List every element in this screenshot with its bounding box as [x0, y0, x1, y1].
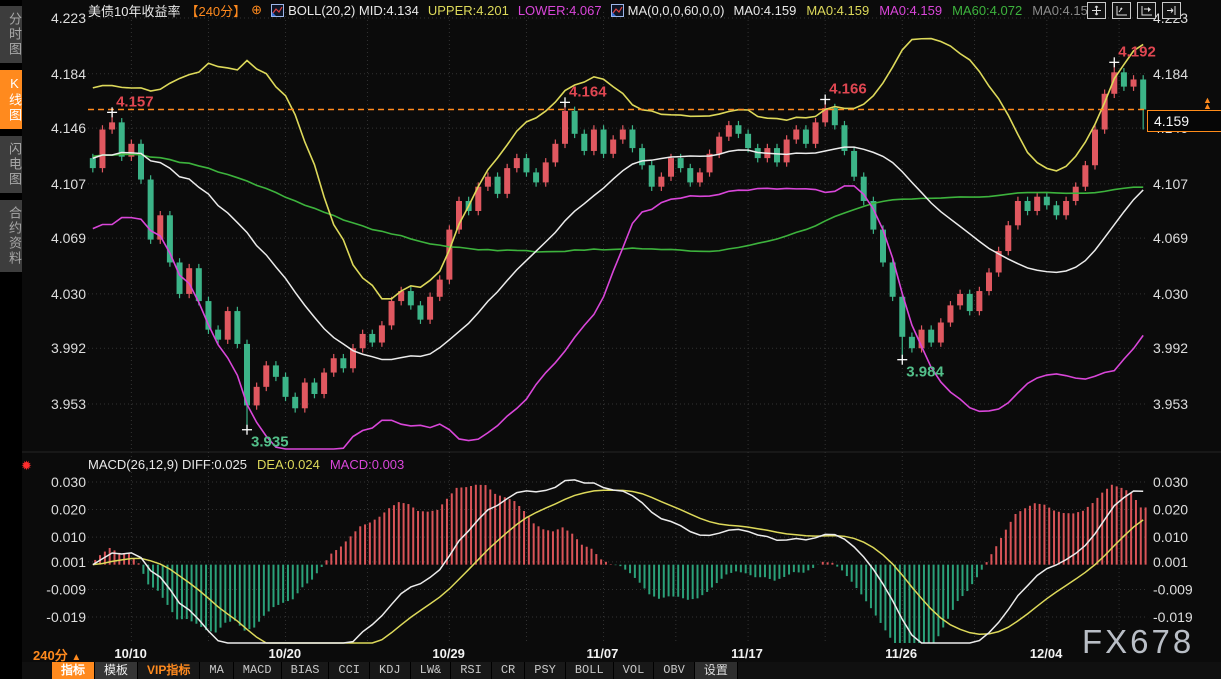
tab-LW&[interactable]: LW& [411, 662, 452, 679]
pan-tool-icon[interactable] [1087, 2, 1106, 19]
mini-chart-icon [271, 4, 284, 17]
shift-right-icon[interactable] [1162, 2, 1181, 19]
tab-VIP指标[interactable]: VIP指标 [138, 662, 200, 679]
svg-text:0.010: 0.010 [51, 529, 86, 545]
ma-value-label: MA60:4.072 [952, 3, 1022, 18]
svg-text:4.166: 4.166 [829, 80, 867, 97]
svg-text:4.157: 4.157 [116, 93, 154, 110]
svg-text:0.010: 0.010 [1153, 529, 1188, 545]
x-axis-label: 11/26 [885, 646, 917, 661]
svg-text:0.020: 0.020 [51, 502, 86, 518]
svg-text:0.030: 0.030 [51, 474, 86, 490]
svg-text:3.984: 3.984 [906, 364, 944, 381]
tab-模板[interactable]: 模板 [95, 662, 138, 679]
macd-params-label: MACD(26,12,9) DIFF:0.025 [88, 457, 247, 472]
svg-text:3.953: 3.953 [51, 396, 86, 412]
svg-text:3.935: 3.935 [251, 434, 289, 451]
tab-BOLL[interactable]: BOLL [566, 662, 614, 679]
svg-text:4.107: 4.107 [51, 176, 86, 192]
tab-设置[interactable]: 设置 [695, 662, 738, 679]
svg-text:4.184: 4.184 [51, 66, 86, 82]
tab-RSI[interactable]: RSI [451, 662, 492, 679]
time-axis: 240分 ▲ 10/1010/2010/2911/0711/1711/2612/… [0, 645, 1221, 663]
svg-text:4.030: 4.030 [1153, 286, 1188, 302]
macd-dea-label: DEA:0.024 [257, 457, 320, 472]
tab-CCI[interactable]: CCI [329, 662, 370, 679]
tab-指标[interactable]: 指标 [52, 662, 95, 679]
tab-OBV[interactable]: OBV [654, 662, 695, 679]
svg-text:-0.009: -0.009 [46, 581, 86, 597]
tab-PSY[interactable]: PSY [525, 662, 566, 679]
instrument-title: 美债10年收益率 [88, 1, 180, 20]
svg-text:0.001: 0.001 [51, 554, 86, 570]
tab-VOL[interactable]: VOL [614, 662, 655, 679]
boll-upper-label: UPPER:4.201 [428, 3, 509, 18]
svg-text:4.069: 4.069 [51, 230, 86, 246]
x-axis-label: 10/10 [114, 646, 147, 661]
trading-app-window: 4.2234.2234.1844.1844.1464.1464.1074.107… [0, 0, 1221, 679]
x-axis-label: 11/17 [731, 646, 763, 661]
svg-text:0.020: 0.020 [1153, 502, 1188, 518]
svg-text:-0.019: -0.019 [46, 609, 86, 625]
svg-text:3.992: 3.992 [1153, 340, 1188, 356]
svg-text:-0.009: -0.009 [1153, 581, 1193, 597]
svg-text:3.992: 3.992 [51, 340, 86, 356]
svg-text:4.146: 4.146 [51, 120, 86, 136]
svg-text:0.001: 0.001 [1153, 554, 1188, 570]
svg-text:4.107: 4.107 [1153, 176, 1188, 192]
x-axis-label: 11/07 [587, 646, 619, 661]
x-axis-label: 12/04 [1030, 646, 1063, 661]
svg-text:0.030: 0.030 [1153, 474, 1188, 490]
ma-value-label: MA0:4.159 [806, 3, 869, 18]
x-axis-label: 10/29 [432, 646, 465, 661]
x-axis-label: 10/20 [269, 646, 302, 661]
current-price-tag: 4.159 [1147, 110, 1221, 132]
indicator-tab-bar: 指标模板VIP指标MAMACDBIASCCIKDJLW&RSICRPSYBOLL… [22, 662, 1221, 679]
macd-pane-star-icon[interactable]: ✹ [21, 458, 32, 474]
chart-canvas[interactable]: 4.2234.2234.1844.1844.1464.1464.1074.107… [0, 0, 1221, 663]
macd-value-label: MACD:0.003 [330, 457, 404, 472]
mini-chart-icon [611, 4, 624, 17]
tab-BIAS[interactable]: BIAS [282, 662, 330, 679]
tab-MACD[interactable]: MACD [234, 662, 282, 679]
fit-right-icon[interactable] [1137, 2, 1156, 19]
ma-params-label: MA(0,0,0,60,0,0) [628, 3, 725, 18]
tab-CR[interactable]: CR [492, 662, 525, 679]
ma-value-label: MA0:4.159 [733, 3, 796, 18]
ma-value-label: MA0:4.159 [879, 3, 942, 18]
boll-mid-label: BOLL(20,2) MID:4.134 [288, 3, 419, 18]
boll-lower-label: LOWER:4.067 [518, 3, 602, 18]
svg-text:4.164: 4.164 [569, 83, 607, 100]
main-chart-legend: 美债10年收益率 【240分】 ⊕ BOLL(20,2) MID:4.134 U… [88, 2, 1095, 18]
tab-MA[interactable]: MA [200, 662, 233, 679]
fit-left-icon[interactable] [1112, 2, 1131, 19]
tab-bar-spacer [22, 662, 52, 679]
svg-text:4.223: 4.223 [51, 10, 86, 26]
svg-text:4.184: 4.184 [1153, 66, 1188, 82]
ma-values: MA0:4.159 MA0:4.159 MA0:4.159 MA60:4.072 MA0… [733, 3, 1095, 18]
svg-text:4.192: 4.192 [1118, 43, 1156, 60]
price-arrow-icon: ▲▲ [1203, 97, 1212, 109]
tab-KDJ[interactable]: KDJ [370, 662, 411, 679]
period-tag: 【240分】 [185, 1, 246, 20]
macd-legend: MACD(26,12,9) DIFF:0.025 DEA:0.024 MACD:… [88, 456, 404, 472]
svg-text:4.069: 4.069 [1153, 230, 1188, 246]
chart-toolbar [1087, 2, 1181, 19]
collapse-icon[interactable]: ⊕ [251, 2, 262, 18]
svg-text:4.030: 4.030 [51, 286, 86, 302]
svg-text:3.953: 3.953 [1153, 396, 1188, 412]
fx678-watermark: FX678 [1082, 623, 1194, 661]
ma-value-label: MA0:4.159 [1032, 3, 1095, 18]
